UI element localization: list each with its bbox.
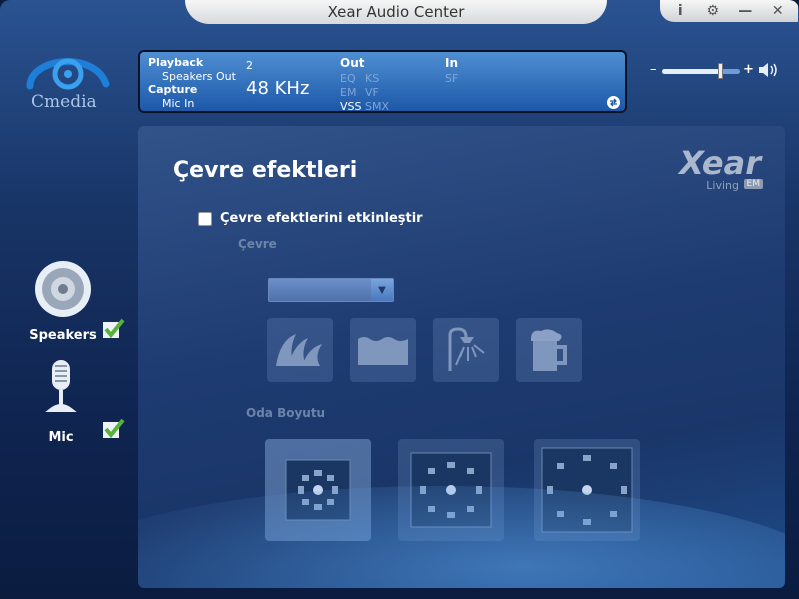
xear-logo-text: Xear — [679, 144, 761, 182]
minimize-button[interactable]: — — [732, 2, 758, 20]
app-window: Xear Audio Center i ⚙ — ✕ Cmedia Playbac… — [0, 0, 799, 599]
volume-slider-thumb[interactable] — [717, 63, 723, 79]
environment-select[interactable]: ▼ — [268, 278, 394, 302]
swap-icon[interactable] — [606, 95, 621, 110]
out-item-ks: KS — [365, 72, 380, 85]
playback-label: Playback — [148, 56, 204, 69]
out-item-eq: EQ — [340, 72, 356, 85]
room-size-label: Oda Boyutu — [246, 406, 326, 420]
environment-shower[interactable] — [433, 318, 499, 382]
large-room-icon — [541, 447, 633, 533]
sidebar-item-mic[interactable]: Mic — [28, 358, 94, 445]
brand-name: Cmedia — [31, 92, 97, 112]
page-title: Çevre efektleri — [173, 158, 358, 183]
medium-room-icon — [410, 452, 492, 528]
volume-plus[interactable]: + — [743, 62, 754, 77]
volume-slider-fill — [662, 69, 721, 74]
status-display: Playback Speakers Out Capture Mic In 2 4… — [138, 50, 627, 113]
mic-enabled-check-icon — [103, 418, 125, 439]
room-size-medium[interactable] — [398, 439, 504, 541]
settings-gear-button[interactable]: ⚙ — [700, 2, 726, 20]
beer-mug-icon — [531, 329, 567, 371]
microphone-icon — [45, 360, 77, 412]
environment-water[interactable] — [350, 318, 416, 382]
enable-effects-checkbox[interactable]: Çevre efektlerini etkinleştir — [198, 211, 423, 226]
environment-label: Çevre — [238, 237, 277, 251]
environment-opera-house[interactable] — [267, 318, 333, 382]
out-item-vf: VF — [365, 86, 379, 99]
channel-count: 2 — [246, 59, 253, 72]
capture-label: Capture — [148, 83, 198, 96]
out-item-smx: SMX — [365, 100, 390, 113]
close-button[interactable]: ✕ — [765, 2, 791, 20]
out-item-vss: VSS — [340, 100, 362, 113]
window-controls: i ⚙ — ✕ — [660, 0, 798, 22]
room-size-small[interactable] — [265, 439, 371, 541]
sample-rate: 48 KHz — [246, 78, 310, 99]
playback-device: Speakers Out — [162, 70, 236, 83]
info-button[interactable]: i — [667, 2, 693, 20]
small-room-icon — [285, 459, 351, 521]
speakers-enabled-check-icon — [103, 318, 125, 339]
out-item-em: EM — [340, 86, 357, 99]
volume-control: – + — [648, 62, 788, 80]
chevron-down-icon: ▼ — [371, 279, 393, 301]
xear-living-logo: Xear Living EM — [673, 144, 773, 194]
checkbox-label: Çevre efektlerini etkinleştir — [220, 211, 423, 226]
speaker-volume-icon[interactable] — [758, 62, 780, 78]
checkbox-box[interactable] — [198, 211, 212, 226]
room-size-large[interactable] — [534, 439, 640, 541]
environment-pub[interactable] — [516, 318, 582, 382]
shower-icon — [448, 327, 485, 371]
capture-device: Mic In — [162, 97, 195, 110]
window-title: Xear Audio Center — [185, 0, 607, 24]
in-label: In — [445, 56, 459, 70]
in-item-sf: SF — [445, 72, 459, 85]
environment-effects-panel: Çevre efektleri Xear Living EM Çevre efe… — [138, 126, 785, 588]
speaker-icon — [35, 261, 91, 317]
water-icon — [358, 337, 408, 365]
volume-minus[interactable]: – — [650, 62, 657, 77]
sidebar-item-label: Mic — [48, 430, 74, 445]
opera-house-icon — [276, 334, 322, 366]
sidebar-item-speakers[interactable]: Speakers — [28, 258, 98, 343]
xear-em-badge: EM — [743, 179, 763, 189]
sidebar-item-label: Speakers — [29, 328, 97, 343]
out-label: Out — [340, 56, 365, 70]
volume-slider-track[interactable] — [662, 69, 740, 74]
xear-sub-text: Living — [706, 179, 739, 192]
